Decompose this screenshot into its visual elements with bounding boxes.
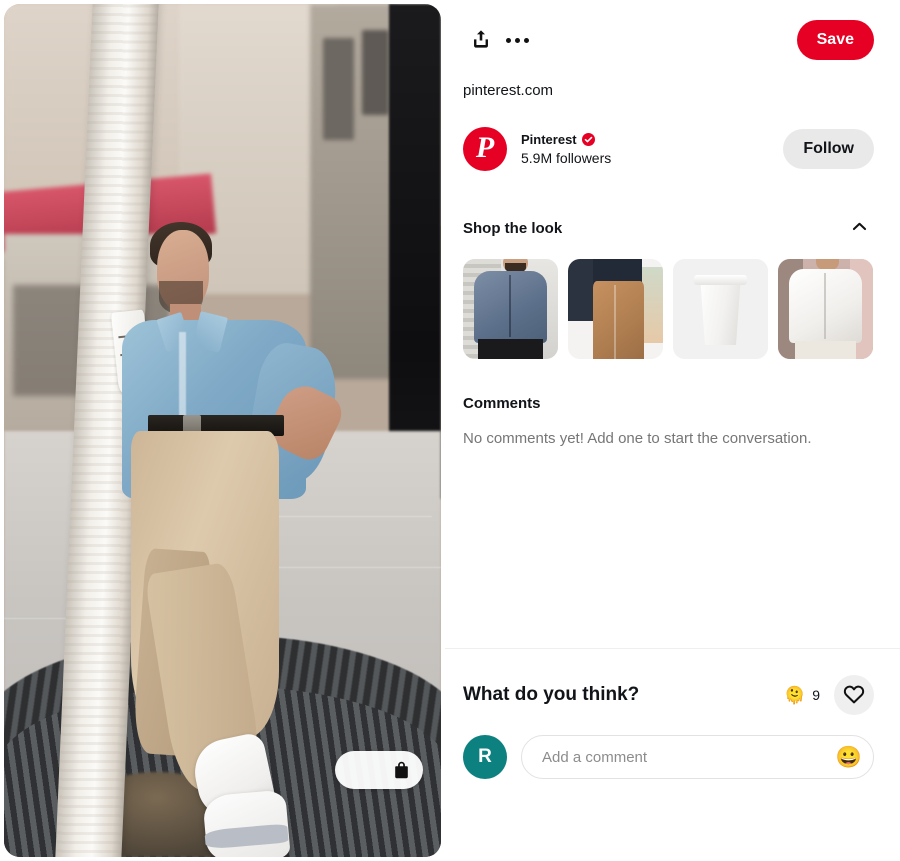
- verified-check-icon: [581, 133, 595, 146]
- shop-product-strip: [463, 259, 874, 359]
- thumb-backdrop: [642, 267, 663, 343]
- photo-window-a: [323, 38, 354, 141]
- shop-the-look-section: Shop the look: [463, 213, 874, 359]
- pin-detail-page: Save pinterest.com P Pinterest 5.9M foll…: [0, 0, 900, 861]
- more-options-button[interactable]: [499, 22, 535, 58]
- photo-pavement-line: [257, 566, 441, 568]
- comment-input[interactable]: [522, 736, 873, 778]
- heart-outline-icon: [843, 684, 865, 707]
- grinning-face-icon[interactable]: 😀: [835, 743, 863, 771]
- reaction-bar: What do you think? 🫠 9: [463, 675, 874, 715]
- more-horizontal-icon: [505, 37, 529, 43]
- thumb-tan-trousers: [592, 281, 644, 359]
- shop-collapse-button[interactable]: [844, 213, 874, 243]
- product-tag-badge[interactable]: [335, 751, 423, 789]
- profile-name[interactable]: Pinterest: [521, 132, 577, 147]
- comments-section: Comments No comments yet! Add one to sta…: [463, 395, 874, 447]
- thumb-shirt-placket: [508, 275, 512, 337]
- thumb-trouser-crease: [613, 285, 616, 359]
- reaction-count-group[interactable]: 🫠 9: [784, 687, 820, 704]
- user-avatar[interactable]: R: [463, 735, 507, 779]
- product-thumbnail-tan-trousers[interactable]: [568, 259, 663, 359]
- footer-divider: [445, 648, 900, 649]
- reaction-count-value: 9: [812, 687, 820, 703]
- share-upload-icon: [470, 28, 492, 53]
- follow-button[interactable]: Follow: [783, 129, 874, 169]
- product-thumbnail-coffee-cup[interactable]: [673, 259, 768, 359]
- pinterest-logo-icon[interactable]: P: [463, 127, 507, 171]
- save-button[interactable]: Save: [796, 20, 874, 60]
- thumb-cup-lid: [693, 275, 748, 285]
- follower-count: 5.9M followers: [521, 150, 612, 166]
- thumb-light-pants: [795, 341, 856, 359]
- comment-composer-row: R 😀: [463, 735, 874, 779]
- profile-name-line: Pinterest: [521, 132, 611, 147]
- heart-face-emoji-icon: 🫠: [784, 685, 806, 705]
- thumb-black-pants: [478, 339, 543, 359]
- pin-image-pane: [0, 0, 445, 861]
- profile-text: Pinterest 5.9M followers: [521, 132, 611, 166]
- thumb-paper-cup: [700, 281, 741, 345]
- photo-dark-panel: [388, 4, 441, 499]
- pin-action-row: Save: [463, 18, 874, 62]
- shopping-bag-icon: [393, 761, 410, 779]
- source-domain-link[interactable]: pinterest.com: [463, 82, 874, 99]
- comment-input-wrapper[interactable]: 😀: [521, 735, 874, 779]
- reaction-prompt: What do you think?: [463, 684, 640, 705]
- share-button[interactable]: [463, 22, 499, 58]
- shop-the-look-title: Shop the look: [463, 219, 563, 237]
- react-heart-button[interactable]: [834, 675, 874, 715]
- product-thumbnail-white-shirt[interactable]: [778, 259, 873, 359]
- pinterest-logo-glyph: P: [475, 131, 495, 164]
- profile-row: P Pinterest 5.9M followers Follow: [463, 125, 874, 173]
- product-thumbnail-blue-shirt[interactable]: [463, 259, 558, 359]
- shop-the-look-header[interactable]: Shop the look: [463, 213, 874, 243]
- pin-photo[interactable]: [4, 4, 441, 857]
- photo-window-b: [362, 29, 389, 115]
- comments-empty-message: No comments yet! Add one to start the co…: [463, 430, 812, 447]
- pin-detail-pane: Save pinterest.com P Pinterest 5.9M foll…: [445, 0, 900, 861]
- thumb-shirt-placket: [823, 273, 827, 339]
- chevron-up-icon: [850, 217, 869, 239]
- comments-heading: Comments: [463, 395, 541, 412]
